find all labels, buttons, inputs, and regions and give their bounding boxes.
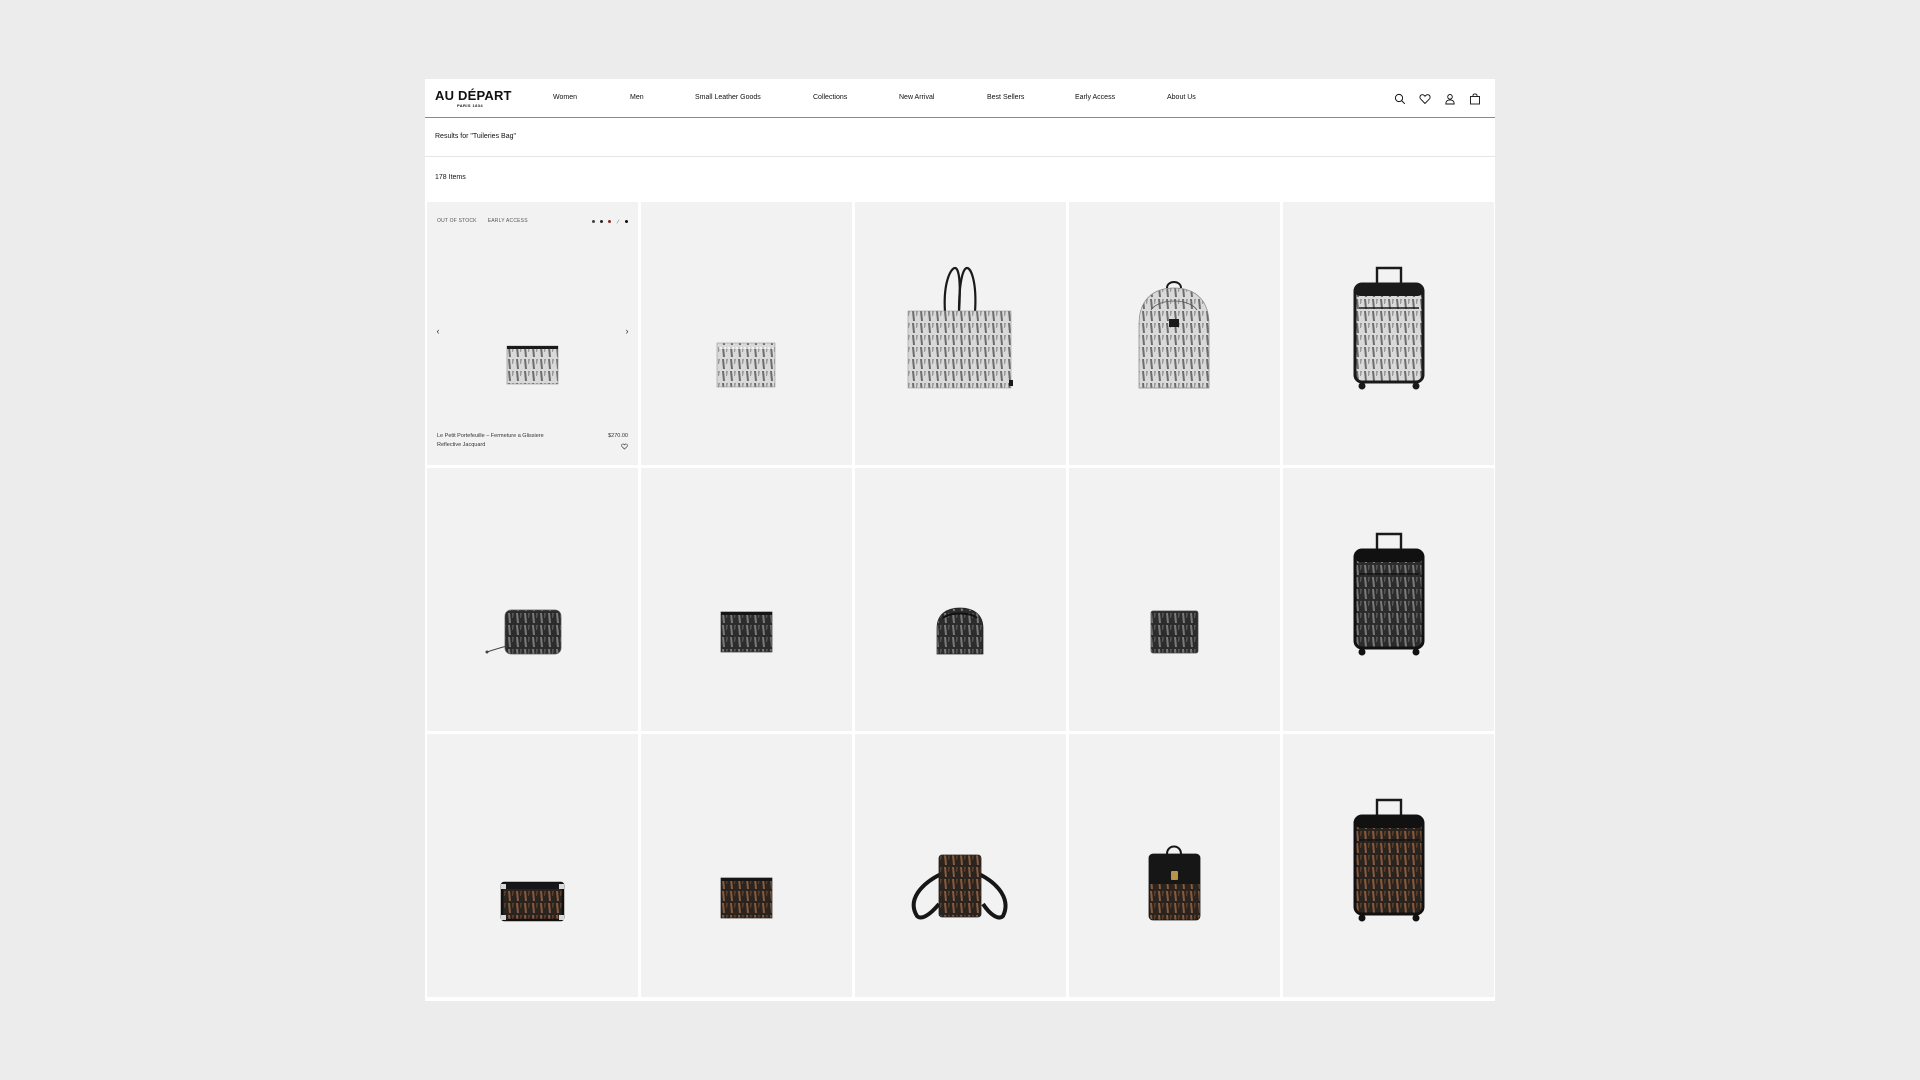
color-swatch[interactable]	[592, 220, 595, 223]
bag-icon[interactable]	[1469, 93, 1481, 105]
product-name[interactable]: Le Petit Portefeuille – Fermeture a Glis…	[437, 432, 567, 450]
wishlist-heart-icon[interactable]	[621, 443, 628, 450]
search-icon[interactable]	[1394, 93, 1406, 105]
search-results-label: Results for "Tuileries Bag"	[435, 133, 516, 140]
nav-item-men[interactable]: Men	[630, 93, 644, 103]
product-badges: OUT OF STOCK EARLY ACCESS	[437, 218, 528, 224]
color-swatches	[592, 219, 628, 224]
color-swatch[interactable]	[625, 220, 628, 223]
product-card[interactable]	[427, 468, 638, 731]
site-header: AU DÉPART PARIS 1834 Women Men Small Lea…	[425, 79, 1495, 118]
nav-item-about-us[interactable]: About Us	[1167, 93, 1196, 103]
search-results-bar: Results for "Tuileries Bag"	[425, 119, 1495, 157]
results-count-bar: 178 Items	[425, 158, 1495, 200]
heart-icon[interactable]	[1419, 93, 1431, 105]
product-image-card-holder	[720, 877, 773, 919]
product-card[interactable]	[1069, 468, 1280, 731]
color-swatch[interactable]	[608, 220, 611, 223]
product-card[interactable]	[855, 734, 1066, 997]
product-image-suitcase	[1353, 266, 1425, 390]
nav-item-women[interactable]: Women	[553, 93, 577, 103]
product-image-zip-wallet	[485, 609, 562, 655]
product-image-card-holder	[720, 611, 773, 653]
product-image-crossbody	[911, 854, 1008, 920]
header-icons	[1394, 91, 1481, 107]
account-icon[interactable]	[1444, 93, 1456, 105]
product-image-backpack	[1138, 281, 1210, 389]
item-count: 178 Items	[435, 174, 466, 181]
color-swatch[interactable]	[600, 220, 603, 223]
next-image-arrow[interactable]: ›	[622, 326, 632, 336]
nav-item-early-access[interactable]: Early Access	[1075, 93, 1115, 103]
product-image-suitcase	[1353, 798, 1425, 922]
product-image-pouch	[506, 345, 559, 385]
product-image-bucket-bag	[936, 607, 984, 655]
product-card[interactable]: OUT OF STOCK EARLY ACCESS ‹ › Le Petit P…	[427, 202, 638, 465]
product-image-tote	[907, 266, 1013, 389]
main-nav: Women Men Small Leather Goods Collection…	[425, 79, 1495, 118]
product-card[interactable]	[641, 202, 852, 465]
badge-out-of-stock: OUT OF STOCK	[437, 218, 477, 224]
product-image-trunk-bag	[500, 881, 565, 922]
product-card[interactable]	[855, 202, 1066, 465]
product-image-flat-pouch	[716, 342, 776, 388]
product-card[interactable]	[1283, 468, 1494, 731]
product-card[interactable]	[641, 734, 852, 997]
product-card[interactable]	[855, 468, 1066, 731]
swatch-separator-icon	[616, 219, 620, 224]
product-image-mini-backpack	[1148, 845, 1201, 921]
product-grid: OUT OF STOCK EARLY ACCESS ‹ › Le Petit P…	[427, 202, 1494, 999]
product-image-suitcase	[1353, 532, 1425, 656]
nav-item-new-arrival[interactable]: New Arrival	[899, 93, 934, 103]
nav-item-best-sellers[interactable]: Best Sellers	[987, 93, 1024, 103]
product-image-bifold-wallet	[1150, 610, 1199, 654]
product-price: $270.00	[608, 433, 628, 439]
product-card[interactable]	[427, 734, 638, 997]
product-card[interactable]	[1283, 202, 1494, 465]
product-card[interactable]	[641, 468, 852, 731]
previous-image-arrow[interactable]: ‹	[433, 326, 443, 336]
product-card[interactable]	[1283, 734, 1494, 997]
badge-early-access: EARLY ACCESS	[487, 218, 528, 224]
product-card[interactable]	[1069, 202, 1280, 465]
nav-item-collections[interactable]: Collections	[813, 93, 847, 103]
nav-item-small-leather-goods[interactable]: Small Leather Goods	[695, 93, 761, 103]
product-card[interactable]	[1069, 734, 1280, 997]
page-frame: AU DÉPART PARIS 1834 Women Men Small Lea…	[425, 79, 1495, 1001]
